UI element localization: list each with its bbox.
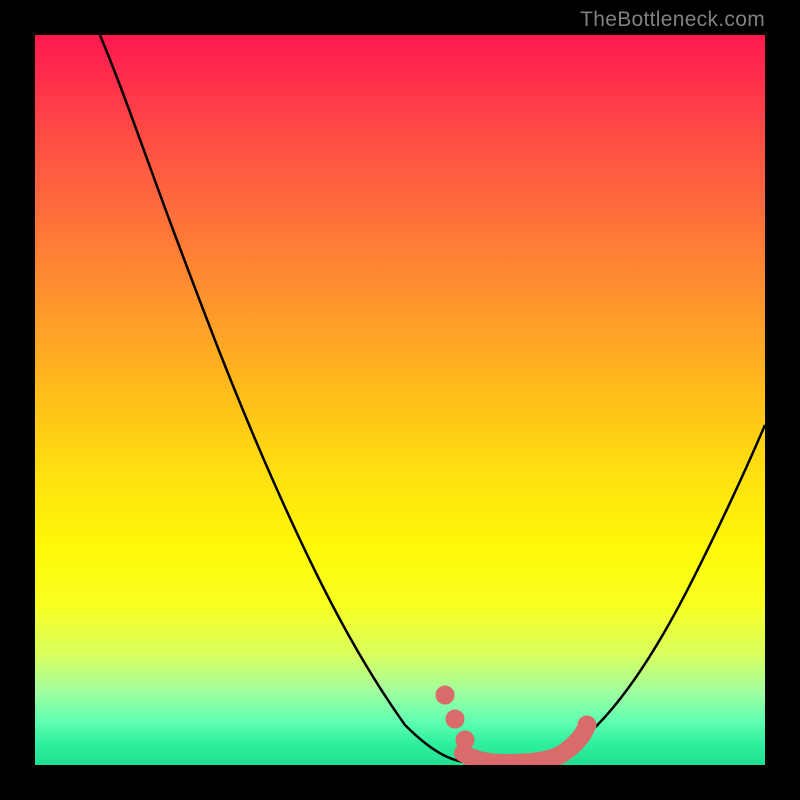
chart-svg (35, 35, 765, 765)
bottleneck-curve-left (100, 35, 475, 763)
highlight-overlay (436, 686, 596, 763)
bottleneck-curve-right (475, 425, 765, 763)
plot-area (35, 35, 765, 765)
watermark-text: TheBottleneck.com (580, 8, 765, 32)
chart-container: TheBottleneck.com (0, 0, 800, 800)
